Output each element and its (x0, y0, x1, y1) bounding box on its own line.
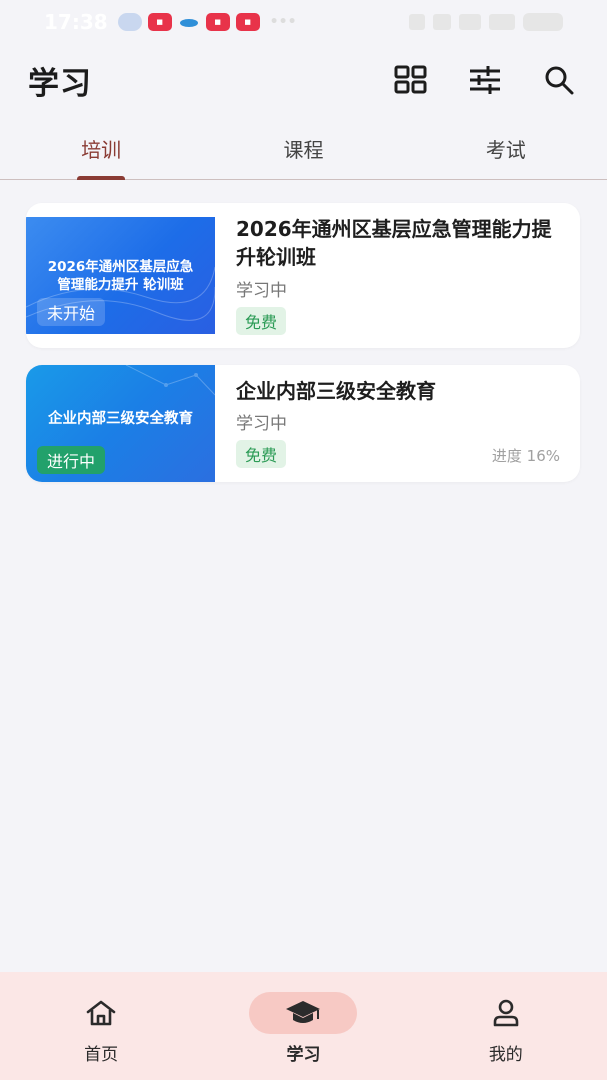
course-card[interactable]: 2026年通州区基层应急管理能力提升 轮训班 未开始 2026年通州区基层应急管… (26, 203, 580, 348)
xiaohongshu-app-icon: ■ (235, 13, 260, 31)
course-thumbnail: 2026年通州区基层应急管理能力提升 轮训班 未开始 (26, 217, 215, 334)
course-info: 企业内部三级安全教育 学习中 免费 进度 16% (215, 365, 580, 482)
assistant-app-icon (117, 13, 142, 31)
nav-profile[interactable]: 我的 (405, 972, 607, 1080)
tab-bar: 培训 课程 考试 (0, 118, 607, 180)
battery-icon (523, 13, 563, 31)
page-title: 学习 (28, 65, 92, 102)
nav-home[interactable]: 首页 (0, 972, 202, 1080)
bottom-nav: 首页 学习 我的 (0, 972, 607, 1080)
course-status: 学习中 (236, 281, 287, 301)
thumbnail-text: 2026年通州区基层应急管理能力提升 轮训班 (47, 258, 194, 293)
user-icon (493, 999, 519, 1027)
alarm-icon (409, 14, 425, 30)
more-dots-icon: ••• (269, 14, 297, 30)
tab-label: 课程 (283, 138, 324, 162)
tab-training[interactable]: 培训 (0, 118, 202, 180)
wifi-icon (459, 14, 481, 30)
filter-button[interactable] (465, 60, 505, 100)
signal-icon (489, 14, 515, 30)
header-actions (391, 60, 579, 100)
price-tag: 免费 (236, 307, 287, 335)
status-bar: 17:38 ■ ■ ■ ••• (0, 0, 607, 44)
nav-icon-container (249, 992, 358, 1034)
grid-view-button[interactable] (391, 60, 431, 100)
home-icon (86, 1000, 116, 1026)
status-badge: 未开始 (37, 298, 106, 326)
course-title: 2026年通州区基层应急管理能力提升轮训班 (236, 217, 552, 269)
course-status: 学习中 (236, 414, 287, 434)
notification-icons: ■ ■ ■ ••• (117, 13, 297, 31)
nav-label: 我的 (488, 1045, 523, 1065)
status-badge: 进行中 (37, 446, 106, 474)
tab-label: 考试 (485, 138, 526, 162)
nav-label: 学习 (286, 1045, 321, 1065)
search-icon (545, 66, 574, 95)
filter-sliders-icon (470, 66, 500, 94)
graduation-cap-icon (286, 1001, 321, 1023)
nav-icon-container (452, 992, 560, 1034)
thumbnail-text: 企业内部三级安全教育 (48, 410, 193, 427)
course-card[interactable]: 企业内部三级安全教育 进行中 企业内部三级安全教育 学习中 免费 进度 16% (26, 365, 580, 482)
price-tag: 免费 (236, 440, 287, 468)
course-info: 2026年通州区基层应急管理能力提升轮训班 学习中 免费 (215, 203, 580, 348)
tab-label: 培训 (81, 138, 122, 162)
tab-exams[interactable]: 考试 (405, 118, 607, 179)
nav-icon-container (47, 992, 155, 1034)
search-button[interactable] (539, 60, 579, 100)
vibrate-icon (433, 14, 451, 30)
nav-label: 首页 (84, 1045, 119, 1065)
grid-icon (394, 65, 427, 94)
course-thumbnail: 企业内部三级安全教育 进行中 (26, 365, 215, 482)
app-header: 学习 (0, 48, 607, 112)
status-time: 17:38 (44, 10, 108, 34)
system-status-icons (409, 13, 563, 31)
xiaohongshu-app-icon: ■ (147, 13, 172, 31)
tab-courses[interactable]: 课程 (202, 118, 404, 179)
bird-app-icon (178, 13, 200, 31)
xiaohongshu-app-icon: ■ (205, 13, 230, 31)
nav-study[interactable]: 学习 (202, 972, 404, 1080)
course-title: 企业内部三级安全教育 (236, 379, 436, 403)
progress-text: 进度 16% (491, 447, 560, 465)
